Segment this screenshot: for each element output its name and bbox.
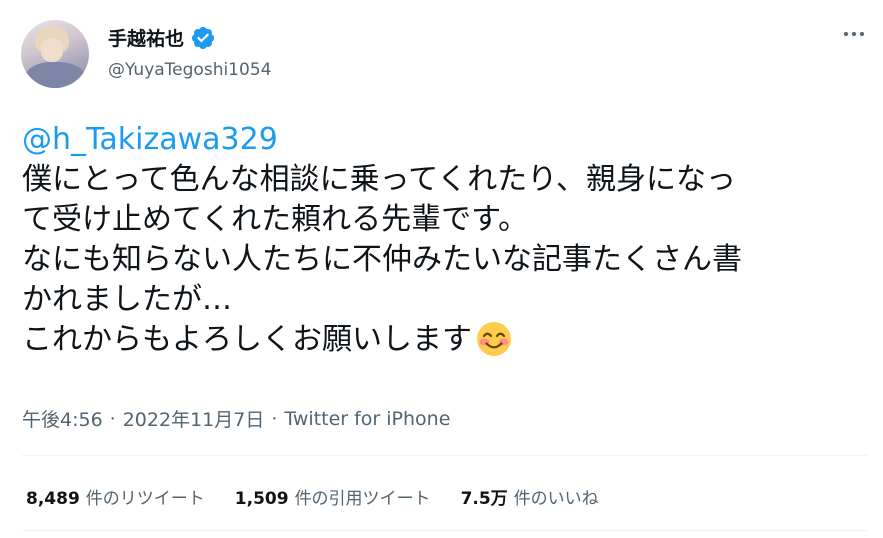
smiling-face-emoji-icon <box>477 321 511 356</box>
verified-badge-icon <box>191 26 215 49</box>
retweets-label: 件のリツイート <box>85 489 205 509</box>
display-name[interactable]: 手越祐也 <box>108 24 184 51</box>
tweet-line: かれましたが… <box>22 282 232 317</box>
quotes-count: 1,509 <box>234 489 289 509</box>
tweet-time[interactable]: 午後4:56 <box>22 405 103 432</box>
more-options-icon[interactable] <box>839 22 869 46</box>
quotes-stat[interactable]: 1,509 件の引用ツイート <box>235 484 431 509</box>
avatar[interactable] <box>21 20 89 88</box>
likes-stat[interactable]: 7.5万 件のいいね <box>461 484 599 509</box>
name-row: 手越祐也 <box>108 24 216 51</box>
divider <box>22 455 867 456</box>
tweet-line: なにも知らない人たちに不仲みたいな記事たくさん書 <box>22 242 742 277</box>
meta-separator: · <box>271 407 278 430</box>
tweet-date[interactable]: 2022年11月7日 <box>123 405 265 432</box>
mention-link[interactable]: @h_Takizawa329 <box>22 120 872 160</box>
avatar-face <box>41 38 63 62</box>
divider <box>22 530 867 531</box>
tweet-line: 僕にとって色んな相談に乗ってくれたり、親身になっ <box>22 162 736 197</box>
user-handle[interactable]: @YuyaTegoshi1054 <box>108 60 271 80</box>
retweets-stat[interactable]: 8,489 件のリツイート <box>26 484 205 509</box>
tweet-source[interactable]: Twitter for iPhone <box>284 408 450 430</box>
tweet-line: て受け止めてくれた頼れる先輩です。 <box>22 202 529 237</box>
tweet-line: これからもよろしくお願いします <box>22 322 472 357</box>
avatar-shirt <box>25 62 85 88</box>
likes-count: 7.5万 <box>460 489 508 509</box>
tweet-stats: 8,489 件のリツイート 1,509 件の引用ツイート 7.5万 件のいいね <box>26 484 629 509</box>
tweet-meta: 午後4:56 · 2022年11月7日 · Twitter for iPhone <box>22 405 450 432</box>
quotes-label: 件の引用ツイート <box>294 489 431 509</box>
retweets-count: 8,489 <box>26 489 80 509</box>
tweet-line-last: これからもよろしくお願いします <box>22 320 872 360</box>
meta-separator: · <box>109 407 116 430</box>
tweet-text: @h_Takizawa329 僕にとって色んな相談に乗ってくれたり、親身になっ … <box>22 120 872 360</box>
likes-label: 件のいいね <box>513 489 599 509</box>
